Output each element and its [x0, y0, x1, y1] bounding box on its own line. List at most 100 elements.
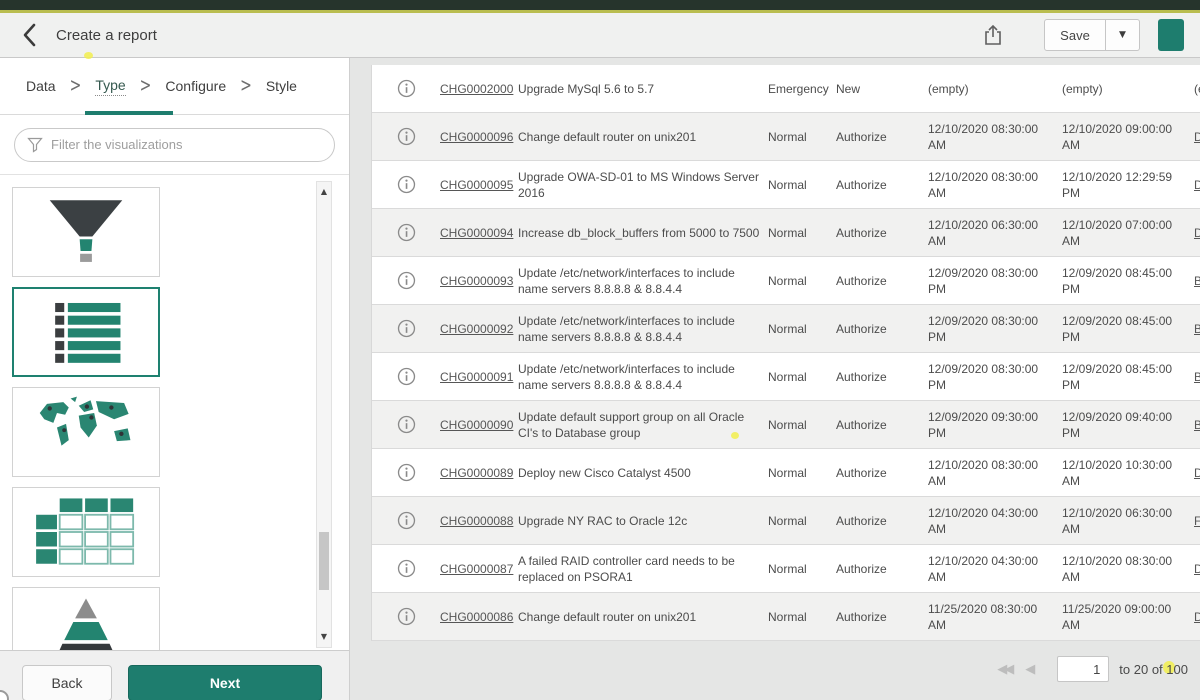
- state-cell: Authorize: [836, 267, 916, 295]
- first-page-icon[interactable]: ◀◀: [997, 662, 1011, 677]
- change-number-link[interactable]: CHG0000091: [440, 370, 513, 384]
- table-row[interactable]: CHG0000096 Change default router on unix…: [372, 113, 1200, 161]
- change-number-link[interactable]: CHG0000086: [440, 610, 513, 624]
- sidebar-scrollbar[interactable]: ▲ ▼: [316, 181, 332, 648]
- change-number-link[interactable]: CHG0000096: [440, 130, 513, 144]
- table-row[interactable]: CHG0000090 Update default support group …: [372, 401, 1200, 449]
- planned-end-cell: 12/09/2020 09:40:00 PM: [1054, 403, 1186, 447]
- step-type[interactable]: Type: [95, 77, 125, 96]
- planned-start-cell: 12/10/2020 04:30:00 AM: [916, 547, 1054, 591]
- info-icon[interactable]: [397, 463, 416, 482]
- short-description-cell: Update /etc/network/interfaces to includ…: [518, 355, 768, 399]
- assignee-link[interactable]: Bow: [1194, 370, 1200, 384]
- info-icon[interactable]: [397, 223, 416, 242]
- heatmap-table-icon: [24, 493, 148, 571]
- scrollbar-thumb[interactable]: [319, 532, 329, 590]
- assignee-link[interactable]: Dav: [1194, 562, 1200, 576]
- visualization-filter[interactable]: [14, 128, 335, 162]
- page-number-input[interactable]: [1057, 656, 1109, 682]
- table-row[interactable]: CHG0000086 Change default router on unix…: [372, 593, 1200, 641]
- assignee-link[interactable]: Dav: [1194, 130, 1200, 144]
- viz-type-pyramid[interactable]: [12, 587, 160, 650]
- primary-action-button-partial[interactable]: [1158, 19, 1184, 51]
- change-number-cell: CHG0002000: [440, 75, 518, 103]
- assignee-link[interactable]: (empty): [1194, 82, 1200, 96]
- table-row[interactable]: CHG0000091 Update /etc/network/interface…: [372, 353, 1200, 401]
- assignee-link[interactable]: Dav: [1194, 178, 1200, 192]
- step-data[interactable]: Data: [26, 78, 56, 94]
- assignee-link[interactable]: Dav: [1194, 466, 1200, 480]
- change-number-link[interactable]: CHG0000090: [440, 418, 513, 432]
- info-icon[interactable]: [397, 127, 416, 146]
- assignee-link[interactable]: Bow: [1194, 274, 1200, 288]
- planned-start-cell: (empty): [916, 75, 1054, 103]
- info-icon[interactable]: [397, 271, 416, 290]
- change-number-link[interactable]: CHG0000092: [440, 322, 513, 336]
- info-icon[interactable]: [397, 79, 416, 98]
- change-number-link[interactable]: CHG0000089: [440, 466, 513, 480]
- change-number-link[interactable]: CHG0000087: [440, 562, 513, 576]
- back-arrow-button[interactable]: [16, 22, 42, 48]
- visualization-type-list: ▲ ▼: [0, 175, 349, 650]
- info-icon[interactable]: [397, 367, 416, 386]
- pyramid-chart-icon: [24, 593, 148, 650]
- planned-start-cell: 12/10/2020 08:30:00 AM: [916, 163, 1054, 207]
- viz-type-heatmap[interactable]: [12, 487, 160, 577]
- wizard-footer: Back Next: [0, 650, 349, 700]
- assignee-link[interactable]: Dav: [1194, 610, 1200, 624]
- assignee-link[interactable]: Bow: [1194, 322, 1200, 336]
- viz-type-list[interactable]: [12, 287, 160, 377]
- assignee-link[interactable]: Dav: [1194, 226, 1200, 240]
- table-row[interactable]: CHG0002000 Upgrade MySql 5.6 to 5.7 Emer…: [372, 65, 1200, 113]
- table-row[interactable]: CHG0000093 Update /etc/network/interface…: [372, 257, 1200, 305]
- change-number-link[interactable]: CHG0000094: [440, 226, 513, 240]
- step-style[interactable]: Style: [266, 78, 297, 94]
- next-button[interactable]: Next: [128, 665, 322, 700]
- total-rows: 100: [1166, 662, 1188, 677]
- planned-start-cell: 12/10/2020 08:30:00 AM: [916, 451, 1054, 495]
- table-row[interactable]: CHG0000089 Deploy new Cisco Catalyst 450…: [372, 449, 1200, 497]
- step-configure[interactable]: Configure: [165, 78, 226, 94]
- info-icon[interactable]: [397, 319, 416, 338]
- state-cell: Authorize: [836, 171, 916, 199]
- list-chart-icon: [24, 293, 148, 371]
- filter-input[interactable]: [51, 137, 322, 152]
- short-description-cell: Change default router on unix201: [518, 603, 768, 631]
- table-row[interactable]: CHG0000087 A failed RAID controller card…: [372, 545, 1200, 593]
- table-row[interactable]: CHG0000094 Increase db_block_buffers fro…: [372, 209, 1200, 257]
- state-cell: New: [836, 75, 916, 103]
- change-number-link[interactable]: CHG0000095: [440, 178, 513, 192]
- assignee-link[interactable]: Fre: [1194, 514, 1200, 528]
- info-icon[interactable]: [397, 175, 416, 194]
- info-icon[interactable]: [397, 415, 416, 434]
- state-cell: Authorize: [836, 459, 916, 487]
- table-row[interactable]: CHG0000092 Update /etc/network/interface…: [372, 305, 1200, 353]
- change-number-link[interactable]: CHG0000093: [440, 274, 513, 288]
- table-row[interactable]: CHG0000088 Upgrade NY RAC to Oracle 12c …: [372, 497, 1200, 545]
- info-icon[interactable]: [397, 511, 416, 530]
- caret-down-icon: ▼: [1119, 30, 1126, 40]
- assignee-link[interactable]: Bow: [1194, 418, 1200, 432]
- state-cell: Authorize: [836, 603, 916, 631]
- viz-type-map[interactable]: [12, 387, 160, 477]
- info-icon[interactable]: [397, 607, 416, 626]
- change-number-cell: CHG0000086: [440, 603, 518, 631]
- short-description-cell: Upgrade MySql 5.6 to 5.7: [518, 75, 768, 103]
- table-row[interactable]: CHG0000095 Upgrade OWA-SD-01 to MS Windo…: [372, 161, 1200, 209]
- help-icon-partial: [0, 690, 9, 700]
- previous-page-icon[interactable]: ◀: [1025, 662, 1035, 677]
- save-dropdown-button[interactable]: ▼: [1106, 19, 1140, 51]
- save-button[interactable]: Save: [1044, 19, 1106, 51]
- info-icon[interactable]: [397, 559, 416, 578]
- change-number-link[interactable]: CHG0002000: [440, 82, 513, 96]
- scroll-down-icon[interactable]: ▼: [317, 629, 331, 645]
- map-chart-icon: [24, 393, 148, 471]
- change-number-cell: CHG0000088: [440, 507, 518, 535]
- planned-end-cell: 12/10/2020 10:30:00 AM: [1054, 451, 1186, 495]
- share-button[interactable]: [978, 20, 1008, 50]
- scroll-up-icon[interactable]: ▲: [317, 184, 331, 200]
- back-button[interactable]: Back: [22, 665, 112, 700]
- viz-type-funnel[interactable]: [12, 187, 160, 277]
- change-number-link[interactable]: CHG0000088: [440, 514, 513, 528]
- row-info-cell: [372, 313, 440, 344]
